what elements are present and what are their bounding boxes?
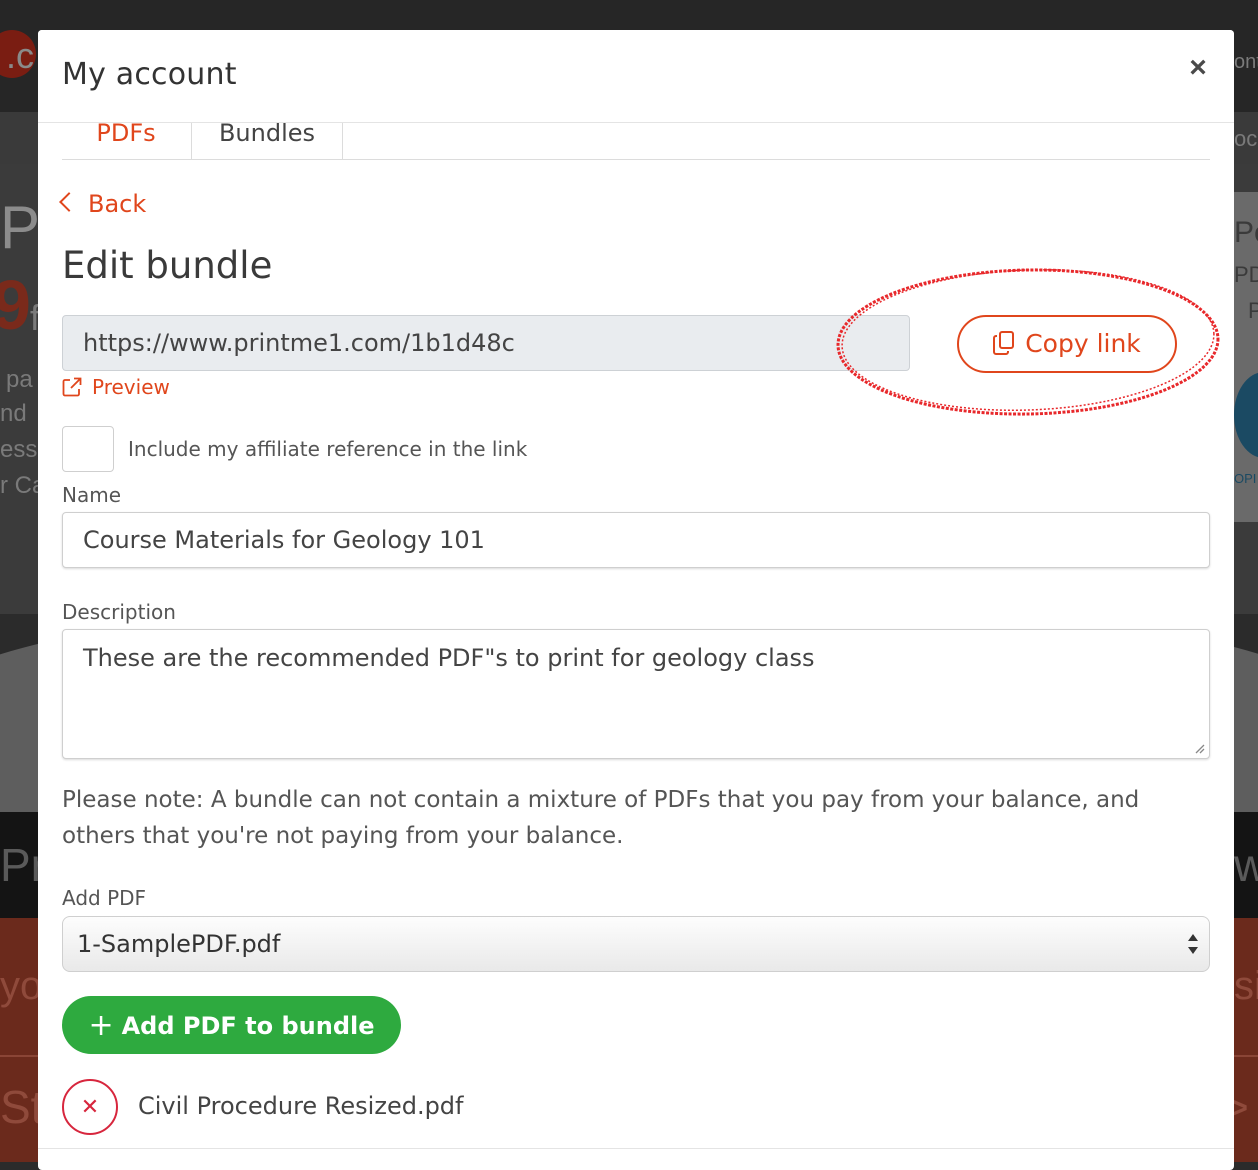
bundle-file-name: Civil Procedure Resized.pdf: [138, 1092, 464, 1120]
resize-handle-icon[interactable]: [1193, 742, 1205, 754]
back-label: Back: [88, 190, 147, 218]
select-arrows-icon: [1188, 934, 1198, 954]
page-title: Edit bundle: [62, 244, 273, 287]
background-hero-line: pa: [6, 366, 33, 393]
background-nav-text: ont: [1234, 51, 1258, 73]
name-label: Name: [62, 483, 122, 507]
modal-title: My account: [62, 57, 237, 92]
plus-icon: +: [88, 1008, 114, 1043]
chevron-left-icon: [59, 192, 79, 212]
background-card-title: Pe: [1234, 216, 1258, 249]
external-link-icon: [62, 377, 82, 396]
account-tabs: PDFs Bundles: [62, 123, 1210, 160]
bundle-link-field[interactable]: https://www.printme1.com/1b1d48c: [62, 315, 910, 371]
copy-link-button[interactable]: Copy link: [957, 315, 1177, 373]
add-pdf-selected: 1-SamplePDF.pdf: [77, 930, 281, 958]
background-hero-line: ess: [0, 436, 38, 463]
my-account-modal: My account × PDFs Bundles Back Edit bund…: [38, 30, 1234, 1170]
background-red-band-text: yo: [0, 964, 43, 1008]
modal-header: My account ×: [38, 30, 1234, 123]
background-hero-letter: P: [0, 194, 41, 261]
tab-pdfs[interactable]: PDFs: [62, 123, 190, 159]
divider: [38, 1148, 1234, 1149]
description-text: These are the recommended PDF"s to print…: [83, 644, 815, 672]
background-hero-price: 9: [0, 266, 31, 344]
background-card-line: PD: [1234, 262, 1258, 287]
back-link[interactable]: Back: [59, 190, 147, 218]
copy-link-label: Copy link: [1025, 329, 1141, 358]
affiliate-checkbox[interactable]: [62, 426, 114, 472]
background-nav-text-2: oc: [1234, 126, 1258, 151]
add-pdf-select[interactable]: 1-SamplePDF.pdf: [62, 916, 1210, 972]
description-textarea[interactable]: These are the recommended PDF"s to print…: [62, 629, 1210, 759]
background-hero-line: nd: [0, 400, 27, 427]
background-red-band-text-right: si: [1234, 964, 1258, 1008]
add-pdf-button-label: Add PDF to bundle: [121, 1012, 375, 1040]
close-icon: ✕: [80, 1094, 100, 1119]
close-icon[interactable]: ×: [1184, 53, 1212, 83]
description-label: Description: [62, 600, 176, 624]
affiliate-checkbox-label: Include my affiliate reference in the li…: [128, 437, 528, 461]
add-pdf-label: Add PDF: [62, 886, 147, 910]
background-card-line: P: [1248, 298, 1258, 323]
preview-link[interactable]: Preview: [62, 375, 170, 399]
name-input[interactable]: Course Materials for Geology 101: [62, 512, 1210, 568]
preview-label: Preview: [92, 375, 170, 399]
background-red-band-text-2: St: [0, 1081, 44, 1133]
background-dark-band-text-right: w: [1234, 839, 1258, 891]
bundle-note: Please note: A bundle can not contain a …: [62, 787, 1140, 849]
remove-file-button[interactable]: ✕: [62, 1079, 118, 1135]
background-logo-text: .c: [6, 35, 35, 76]
copy-icon: [993, 331, 1015, 355]
tab-bundles[interactable]: Bundles: [191, 123, 343, 159]
add-pdf-to-bundle-button[interactable]: + Add PDF to bundle: [62, 996, 401, 1054]
background-card-caption: OPI: [1234, 471, 1257, 486]
